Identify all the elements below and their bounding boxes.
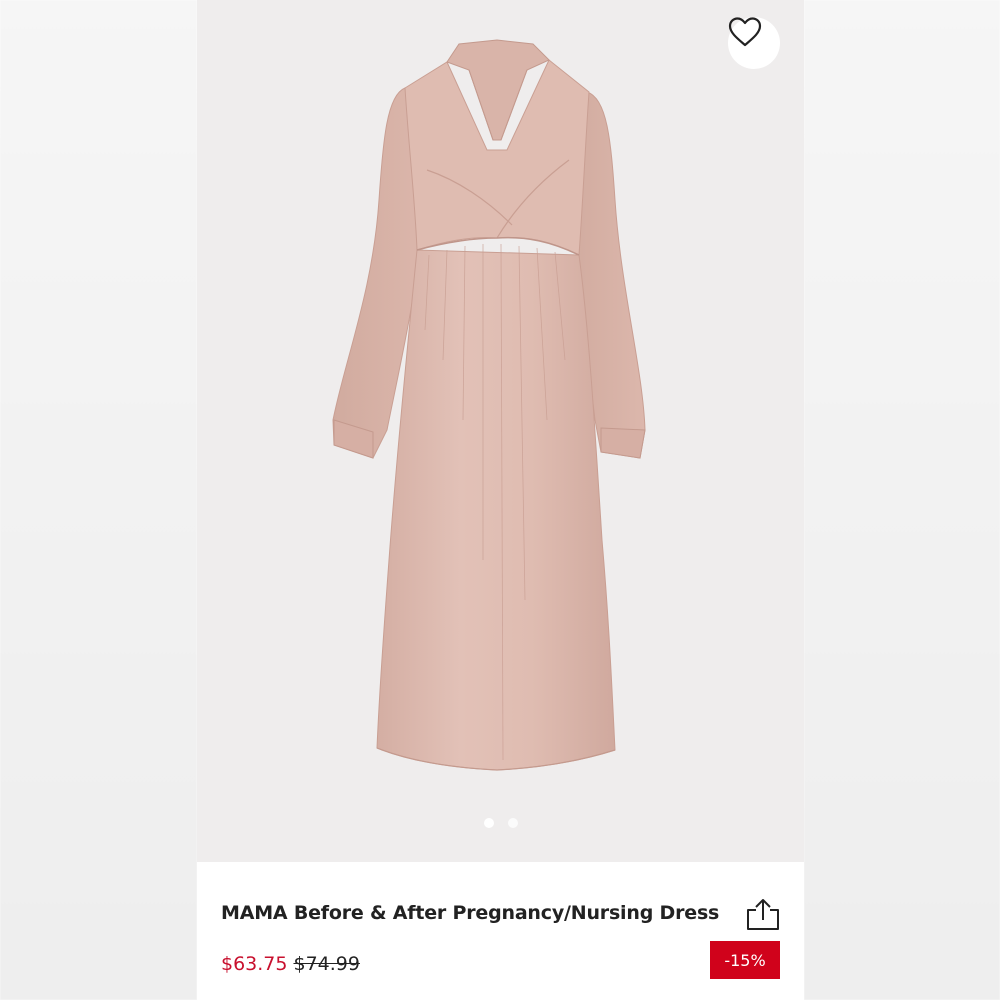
product-title: MAMA Before & After Pregnancy/Nursing Dr… <box>221 902 720 924</box>
discount-badge: -15% <box>710 941 780 979</box>
gallery-dot-1[interactable] <box>483 818 494 828</box>
product-card: MAMA Before & After Pregnancy/Nursing Dr… <box>197 0 804 1000</box>
dress-illustration <box>332 39 646 771</box>
blurred-background-right <box>804 0 1000 1000</box>
product-image[interactable] <box>197 0 804 862</box>
share-button[interactable] <box>745 898 781 932</box>
share-icon <box>747 899 779 930</box>
blurred-background-left <box>0 0 197 1000</box>
original-price: $74.99 <box>293 953 360 975</box>
gallery-pagination <box>197 818 804 828</box>
sale-price: $63.75 <box>221 953 288 975</box>
gallery-dot-2[interactable] <box>507 818 518 828</box>
heart-outline-icon <box>728 17 762 47</box>
product-info: MAMA Before & After Pregnancy/Nursing Dr… <box>197 862 804 1000</box>
price-row: $63.75 $74.99 <box>221 953 360 975</box>
favorite-button[interactable] <box>728 17 780 69</box>
